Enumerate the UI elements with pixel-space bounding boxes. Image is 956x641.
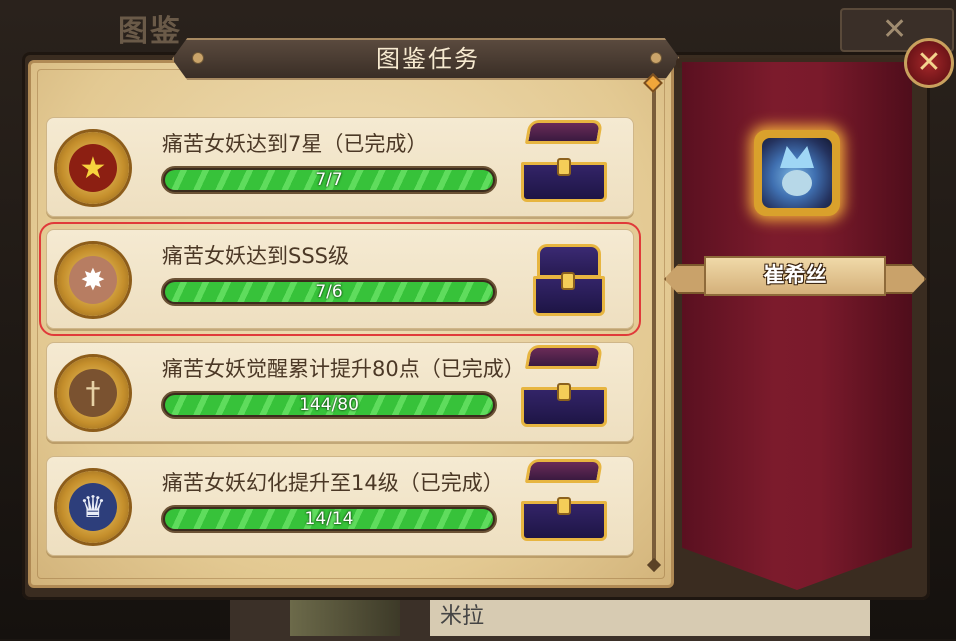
hero-name-scroll: 崔希丝 xyxy=(664,252,926,300)
hero-avatar-icon xyxy=(762,138,832,208)
panel-title-plate: 图鉴任务 xyxy=(172,38,680,80)
reward-chest-open-icon[interactable] xyxy=(521,345,607,429)
progress-bar: 144/80 xyxy=(161,391,497,419)
background-title: 图鉴 xyxy=(118,14,182,49)
task-row[interactable]: ♛ 痛苦女妖幻化提升至14级（已完成） 14/14 xyxy=(46,456,634,556)
progress-text: 14/14 xyxy=(304,509,354,529)
task-description: 痛苦女妖达到SSS级 xyxy=(162,244,349,268)
star-medal-icon: ★ xyxy=(57,132,129,204)
scrollbar-track[interactable] xyxy=(652,86,656,570)
reward-chest-open-icon[interactable] xyxy=(521,120,607,204)
progress-bar: 14/14 xyxy=(161,505,497,533)
panel-title: 图鉴任务 xyxy=(376,45,480,73)
progress-text: 144/80 xyxy=(299,395,359,415)
rivet-right xyxy=(650,52,662,64)
task-description: 痛苦女妖达到7星（已完成） xyxy=(162,132,428,156)
progress-bar: 7/7 xyxy=(161,166,497,194)
background-thumbnail xyxy=(290,596,400,636)
close-icon: ✕ xyxy=(882,12,908,47)
task-description: 痛苦女妖幻化提升至14级（已完成） xyxy=(162,471,504,495)
trophy-medal-icon: ♛ xyxy=(57,471,129,543)
task-row[interactable]: † 痛苦女妖觉醒累计提升80点（已完成） 144/80 xyxy=(46,342,634,442)
badge-medal-icon: ✸ xyxy=(57,244,129,316)
progress-text: 7/7 xyxy=(315,170,343,190)
close-icon: ✕ xyxy=(916,45,942,80)
hero-portrait[interactable] xyxy=(754,130,840,216)
hero-name: 崔希丝 xyxy=(763,263,827,287)
progress-bar: 7/6 xyxy=(161,278,497,306)
reward-chest-open-icon[interactable] xyxy=(521,459,607,543)
rivet-left xyxy=(192,52,204,64)
task-row-selected[interactable]: ✸ 痛苦女妖达到SSS级 7/6 xyxy=(39,222,641,336)
sword-medal-icon: † xyxy=(57,357,129,429)
task-description: 痛苦女妖觉醒累计提升80点（已完成） xyxy=(162,357,525,381)
close-button[interactable]: ✕ xyxy=(904,38,954,88)
task-row[interactable]: ★ 痛苦女妖达到7星（已完成） 7/7 xyxy=(46,117,634,217)
reward-chest-icon[interactable] xyxy=(533,242,605,316)
progress-text: 7/6 xyxy=(315,282,343,302)
background-bottom-label: 米拉 xyxy=(430,598,870,636)
